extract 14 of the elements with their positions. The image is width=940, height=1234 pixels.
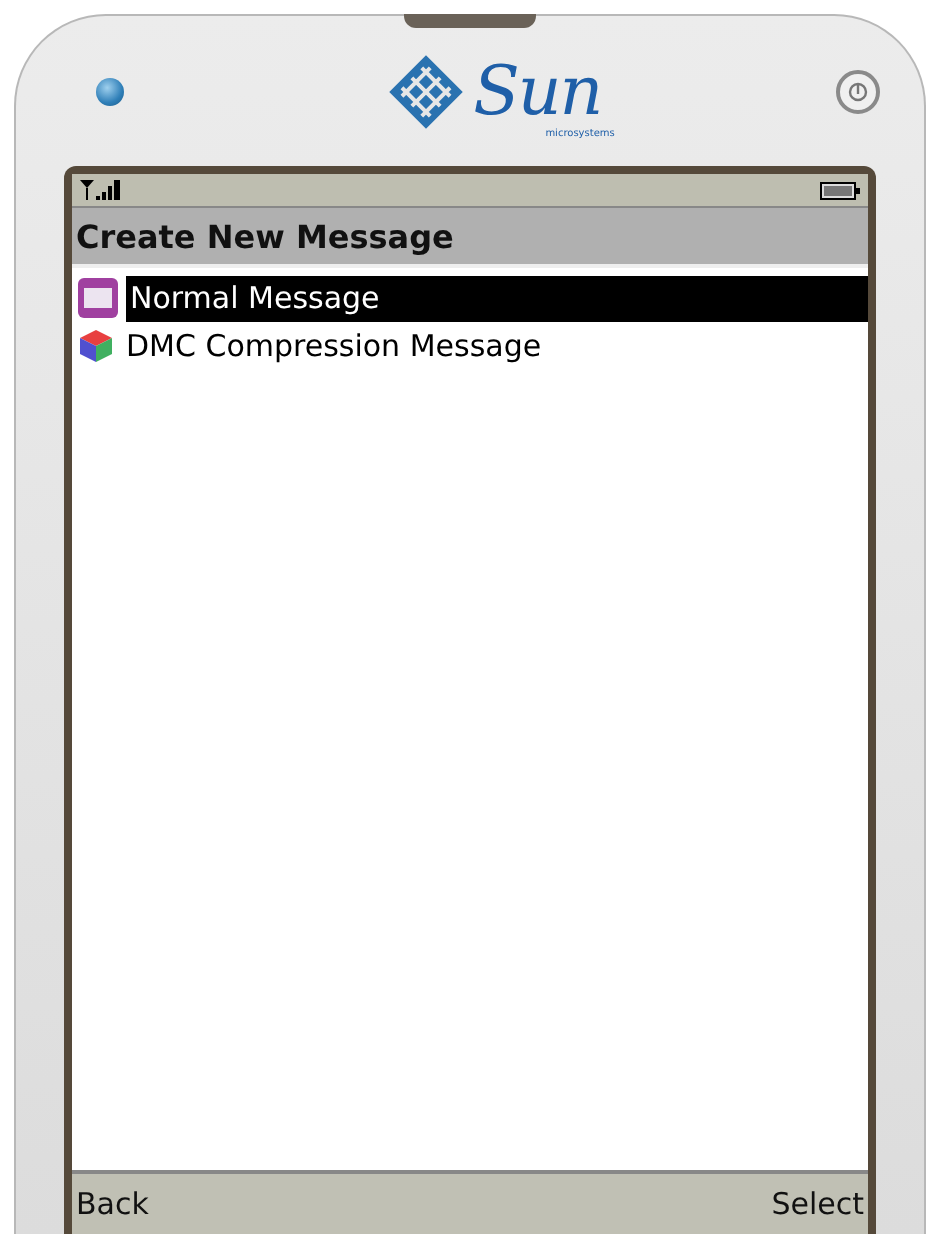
speaker-slot <box>404 14 536 28</box>
logo-wordmark: Sun <box>473 57 602 125</box>
battery-icon <box>820 181 860 199</box>
signal-icon <box>80 180 124 200</box>
cube-icon <box>78 328 114 364</box>
power-icon <box>847 81 868 101</box>
back-softkey[interactable]: Back <box>76 1186 149 1222</box>
indicator-light <box>96 77 124 105</box>
message-icon <box>78 278 118 318</box>
menu-item[interactable]: Normal Message <box>126 275 868 321</box>
select-softkey[interactable]: Select <box>771 1186 864 1222</box>
power-button[interactable] <box>835 69 880 113</box>
menu-item[interactable]: DMC Compression Message <box>122 323 868 369</box>
screen-title: Create New Message <box>72 208 868 268</box>
